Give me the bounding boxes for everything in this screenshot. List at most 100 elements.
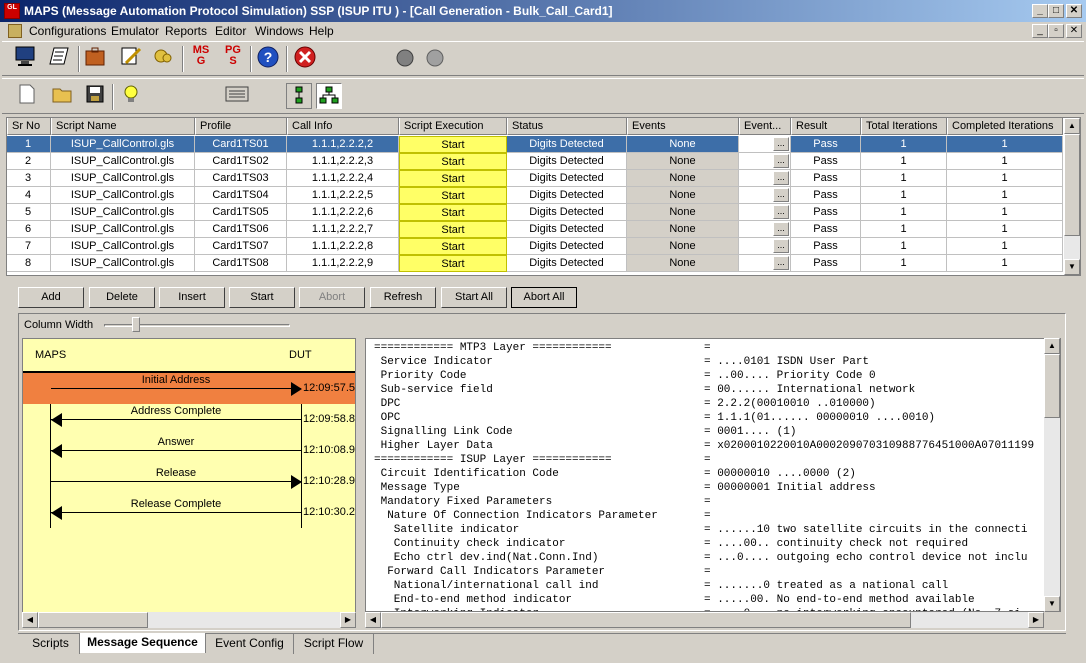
event-browse-button[interactable]: ... (773, 171, 789, 185)
cell-start-button[interactable]: Start (399, 221, 507, 238)
open-folder-icon[interactable] (50, 83, 76, 109)
scroll-thumb[interactable] (38, 612, 148, 628)
insert-button[interactable]: Insert (159, 287, 225, 308)
menu-help[interactable]: Help (309, 24, 334, 38)
message-label[interactable]: Initial Address (51, 374, 301, 386)
maximize-icon[interactable]: □ (1048, 4, 1064, 18)
cell-start-button[interactable]: Start (399, 204, 507, 221)
event-browse-button[interactable]: ... (773, 205, 789, 219)
child-close-icon[interactable]: ✕ (1066, 24, 1082, 38)
message-arrow[interactable] (51, 419, 301, 420)
col-header-profile[interactable]: Profile (195, 118, 287, 135)
scroll-up-icon[interactable]: ▲ (1064, 118, 1080, 134)
message-arrow[interactable] (51, 450, 301, 451)
event-browse-button[interactable]: ... (773, 188, 789, 202)
col-header-sr-no[interactable]: Sr No (7, 118, 51, 135)
scroll-left-icon[interactable]: ◀ (22, 612, 38, 628)
new-file-icon[interactable] (14, 83, 40, 109)
notes-icon[interactable] (46, 45, 72, 71)
scroll-right-icon[interactable]: ▶ (1028, 612, 1044, 628)
message-decode-pane[interactable]: ============ MTP3 Layer ============ = Se… (365, 338, 1061, 612)
scroll-right-icon[interactable]: ▶ (340, 612, 356, 628)
cell-start-button[interactable]: Start (399, 187, 507, 204)
scroll-thumb[interactable] (1064, 134, 1080, 236)
grid-vertical-scrollbar[interactable]: ▲ ▼ (1064, 118, 1080, 275)
cell-start-button[interactable]: Start (399, 238, 507, 255)
exit-icon[interactable] (292, 45, 318, 71)
scroll-down-icon[interactable]: ▼ (1064, 259, 1080, 275)
col-header-total-iterations[interactable]: Total Iterations (861, 118, 947, 135)
start-button[interactable]: Start (229, 287, 295, 308)
monitor-icon[interactable] (12, 45, 38, 71)
scroll-up-icon[interactable]: ▲ (1044, 338, 1060, 354)
message-arrow[interactable] (51, 512, 301, 513)
abort-button[interactable]: Abort (299, 287, 365, 308)
sequence-splitter[interactable] (356, 338, 364, 628)
event-browse-button[interactable]: ... (773, 137, 789, 151)
col-header-script-execution[interactable]: Script Execution (399, 118, 507, 135)
message-label[interactable]: Release (51, 467, 301, 479)
col-header-status[interactable]: Status (507, 118, 627, 135)
col-header-result[interactable]: Result (791, 118, 861, 135)
start-all-button[interactable]: Start All (441, 287, 507, 308)
col-header-script-name[interactable]: Script Name (51, 118, 195, 135)
col-header-completed-iterations[interactable]: Completed Iterations (947, 118, 1063, 135)
col-header-call-info[interactable]: Call Info (287, 118, 399, 135)
refresh-button[interactable]: Refresh (370, 287, 436, 308)
cell-start-button[interactable]: Start (399, 170, 507, 187)
message-label[interactable]: Address Complete (51, 405, 301, 417)
event-browse-button[interactable]: ... (773, 154, 789, 168)
table-row[interactable] (7, 272, 1063, 275)
menu-configurations[interactable]: Configurations (29, 24, 106, 38)
table-row[interactable]: 6 ISUP_CallControl.gls Card1TS06 1.1.1,2.2.… (7, 221, 1063, 238)
menu-emulator[interactable]: Emulator (111, 24, 159, 38)
tab-script-flow[interactable]: Script Flow (294, 634, 374, 654)
child-minimize-icon[interactable]: _ (1032, 24, 1048, 38)
col-header-event-button[interactable]: Event... (739, 118, 791, 135)
table-row[interactable]: 4 ISUP_CallControl.gls Card1TS04 1.1.1,2.2.… (7, 187, 1063, 204)
table-row[interactable]: 5 ISUP_CallControl.gls Card1TS05 1.1.1,2.2.… (7, 204, 1063, 221)
msg-icon[interactable]: MS G (188, 45, 214, 71)
scroll-left-icon[interactable]: ◀ (365, 612, 381, 628)
delete-button[interactable]: Delete (89, 287, 155, 308)
edit-script-icon[interactable] (118, 45, 144, 71)
vertical-tree-icon[interactable] (286, 83, 312, 109)
add-button[interactable]: Add (18, 287, 84, 308)
mdi-child-icon[interactable] (8, 24, 22, 38)
close-icon[interactable]: ✕ (1066, 4, 1082, 18)
col-header-events[interactable]: Events (627, 118, 739, 135)
abort-all-button[interactable]: Abort All (511, 287, 577, 308)
cell-start-button[interactable]: Start (399, 255, 507, 272)
horizontal-tree-icon[interactable] (316, 83, 342, 109)
column-width-slider-thumb[interactable] (132, 317, 140, 332)
event-browse-button[interactable]: ... (773, 222, 789, 236)
event-browse-button[interactable]: ... (773, 239, 789, 253)
table-row[interactable]: 3 ISUP_CallControl.gls Card1TS03 1.1.1,2.2.… (7, 170, 1063, 187)
scroll-thumb[interactable] (381, 612, 911, 628)
tab-message-sequence[interactable]: Message Sequence (80, 633, 206, 653)
menu-editor[interactable]: Editor (215, 24, 246, 38)
decode-vertical-scrollbar[interactable]: ▲ ▼ (1044, 338, 1060, 612)
menu-reports[interactable]: Reports (165, 24, 207, 38)
menu-windows[interactable]: Windows (255, 24, 304, 38)
help-icon[interactable]: ? (255, 45, 281, 71)
event-browse-button[interactable]: ... (773, 256, 789, 270)
list-view-icon[interactable] (224, 83, 250, 109)
cell-start-button[interactable]: Start (399, 153, 507, 170)
table-row[interactable]: 7 ISUP_CallControl.gls Card1TS07 1.1.1,2.2.… (7, 238, 1063, 255)
decode-horizontal-scrollbar[interactable]: ◀ ▶ (365, 612, 1044, 628)
child-restore-icon[interactable]: ▫ (1048, 24, 1064, 38)
message-label[interactable]: Answer (51, 436, 301, 448)
message-label[interactable]: Release Complete (51, 498, 301, 510)
pgs-icon[interactable]: PG S (220, 45, 246, 71)
message-arrow[interactable] (51, 481, 301, 482)
sequence-horizontal-scrollbar[interactable]: ◀ ▶ (22, 612, 356, 628)
tools-icon[interactable] (150, 45, 176, 71)
table-row[interactable]: 2 ISUP_CallControl.gls Card1TS02 1.1.1,2.2.… (7, 153, 1063, 170)
table-row[interactable]: 1 ISUP_CallControl.gls Card1TS01 1.1.1,2.2.… (7, 136, 1063, 153)
scroll-thumb[interactable] (1044, 354, 1060, 418)
lightbulb-icon[interactable] (118, 83, 144, 109)
table-row[interactable]: 8 ISUP_CallControl.gls Card1TS08 1.1.1,2.2.… (7, 255, 1063, 272)
minimize-icon[interactable]: _ (1032, 4, 1048, 18)
tab-event-config[interactable]: Event Config (206, 634, 294, 654)
